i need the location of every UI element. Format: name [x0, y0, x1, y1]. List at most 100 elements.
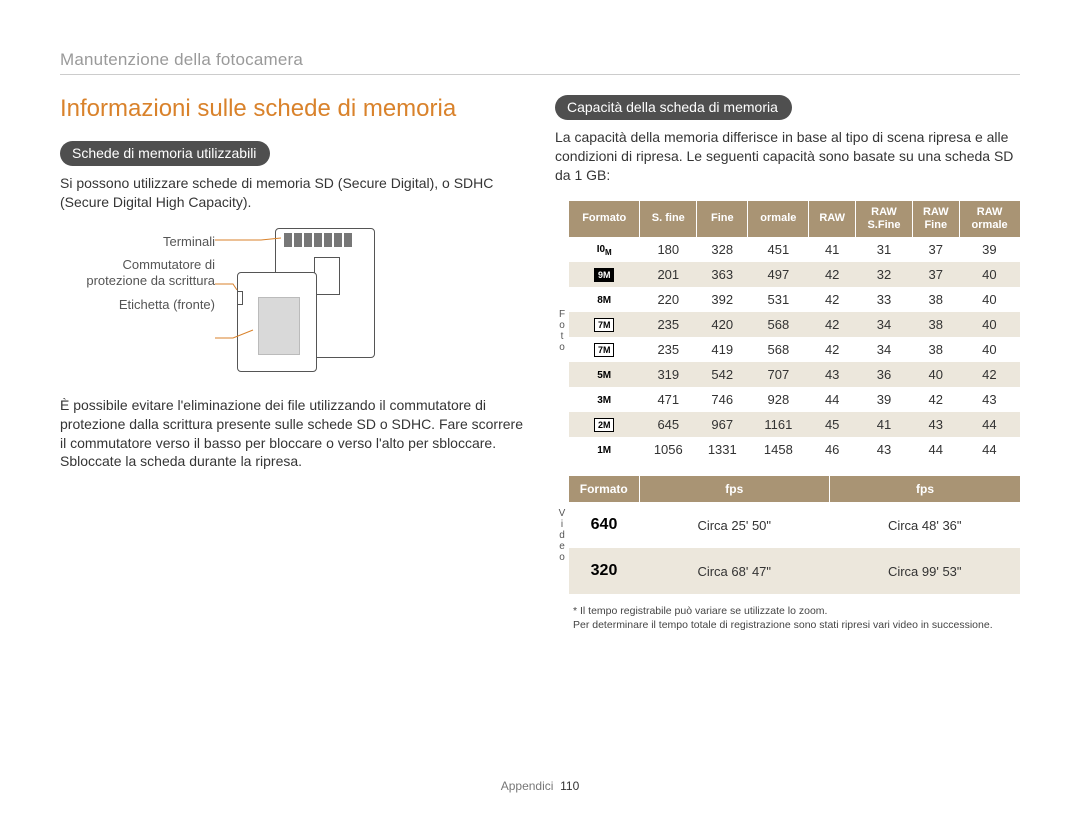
- table-row: 8M22039253142333840: [569, 287, 1020, 312]
- label-write-protect: Commutatore di protezione da scrittura: [60, 257, 215, 288]
- capacity-cell: 201: [640, 262, 697, 287]
- label-terminals: Terminali: [163, 234, 215, 250]
- capacity-cell: 36: [856, 362, 913, 387]
- video-duration-cell: Circa 99' 53": [830, 548, 1021, 594]
- capacity-cell: 42: [809, 287, 856, 312]
- sd-card-front-icon: [237, 272, 317, 372]
- footer-page-number: 110: [560, 779, 579, 793]
- capacity-cell: 34: [856, 337, 913, 362]
- photo-col-header: RAWormale: [959, 201, 1019, 237]
- capacity-cell: 44: [912, 437, 959, 462]
- capacity-cell: 46: [809, 437, 856, 462]
- capacity-cell: 363: [697, 262, 748, 287]
- footnote-2: Per determinare il tempo totale di regis…: [573, 618, 1020, 632]
- table-row: 3M47174692844394243: [569, 387, 1020, 412]
- photo-side-label: Foto: [555, 309, 569, 353]
- video-format: 640: [569, 502, 639, 548]
- capacity-cell: 542: [697, 362, 748, 387]
- capacity-intro: La capacità della memoria differisce in …: [555, 128, 1020, 185]
- capacity-cell: 42: [912, 387, 959, 412]
- format-icon: 2M: [569, 412, 640, 437]
- format-icon: I0M: [569, 237, 640, 262]
- capacity-cell: 40: [959, 262, 1019, 287]
- capacity-cell: 235: [640, 337, 697, 362]
- video-duration-cell: Circa 68' 47": [639, 548, 830, 594]
- video-col-header: fps: [639, 476, 830, 502]
- capacity-cell: 44: [809, 387, 856, 412]
- video-col-header: Formato: [569, 476, 639, 502]
- capacity-cell: 42: [959, 362, 1019, 387]
- capacity-cell: 44: [959, 412, 1019, 437]
- subheading-capacity: Capacità della scheda di memoria: [555, 95, 792, 120]
- capacity-cell: 319: [640, 362, 697, 387]
- capacity-cell: 45: [809, 412, 856, 437]
- divider: [60, 74, 1020, 75]
- capacity-cell: 42: [809, 337, 856, 362]
- breadcrumb: Manutenzione della fotocamera: [60, 50, 1020, 70]
- capacity-cell: 180: [640, 237, 697, 262]
- table-row: 1M10561331145846434444: [569, 437, 1020, 462]
- capacity-cell: 328: [697, 237, 748, 262]
- capacity-cell: 38: [912, 287, 959, 312]
- capacity-cell: 41: [856, 412, 913, 437]
- capacity-cell: 33: [856, 287, 913, 312]
- photo-col-header: Formato: [569, 201, 640, 237]
- capacity-cell: 451: [748, 237, 809, 262]
- table-row: 640Circa 25' 50"Circa 48' 36": [569, 502, 1020, 548]
- capacity-cell: 1458: [748, 437, 809, 462]
- right-column: Capacità della scheda di memoria La capa…: [555, 95, 1020, 632]
- format-icon: 7M: [569, 312, 640, 337]
- photo-col-header: RAW: [809, 201, 856, 237]
- page-title: Informazioni sulle schede di memoria: [60, 95, 525, 123]
- capacity-cell: 32: [856, 262, 913, 287]
- capacity-cell: 40: [959, 287, 1019, 312]
- format-icon: 8M: [569, 287, 640, 312]
- capacity-cell: 34: [856, 312, 913, 337]
- video-col-header: fps: [830, 476, 1021, 502]
- subheading-usable-cards: Schede di memoria utilizzabili: [60, 141, 270, 166]
- table-row: 7M23541956842343840: [569, 337, 1020, 362]
- capacity-cell: 42: [809, 312, 856, 337]
- capacity-cell: 42: [809, 262, 856, 287]
- table-row: 9M20136349742323740: [569, 262, 1020, 287]
- format-icon: 9M: [569, 262, 640, 287]
- format-icon: 3M: [569, 387, 640, 412]
- capacity-cell: 967: [697, 412, 748, 437]
- capacity-cell: 1331: [697, 437, 748, 462]
- footer-section: Appendici: [501, 779, 554, 793]
- capacity-cell: 39: [856, 387, 913, 412]
- usable-cards-intro: Si possono utilizzare schede di memoria …: [60, 174, 525, 212]
- capacity-cell: 420: [697, 312, 748, 337]
- capacity-cell: 43: [809, 362, 856, 387]
- photo-col-header: S. fine: [640, 201, 697, 237]
- table-row: 5M31954270743364042: [569, 362, 1020, 387]
- format-icon: 1M: [569, 437, 640, 462]
- table-row: I0M18032845141313739: [569, 237, 1020, 262]
- table-row: 7M23542056842343840: [569, 312, 1020, 337]
- left-column: Informazioni sulle schede di memoria Sch…: [60, 95, 525, 632]
- footnote-1: * Il tempo registrabile può variare se u…: [573, 604, 1020, 618]
- capacity-cell: 43: [959, 387, 1019, 412]
- capacity-cell: 568: [748, 312, 809, 337]
- capacity-cell: 40: [959, 337, 1019, 362]
- table-row: 320Circa 68' 47"Circa 99' 53": [569, 548, 1020, 594]
- capacity-cell: 746: [697, 387, 748, 412]
- format-icon: 7M: [569, 337, 640, 362]
- capacity-cell: 31: [856, 237, 913, 262]
- capacity-cell: 645: [640, 412, 697, 437]
- photo-col-header: RAWFine: [912, 201, 959, 237]
- capacity-cell: 497: [748, 262, 809, 287]
- capacity-cell: 707: [748, 362, 809, 387]
- capacity-cell: 392: [697, 287, 748, 312]
- capacity-cell: 928: [748, 387, 809, 412]
- capacity-cell: 568: [748, 337, 809, 362]
- video-duration-cell: Circa 48' 36": [830, 502, 1021, 548]
- video-format: 320: [569, 548, 639, 594]
- capacity-cell: 471: [640, 387, 697, 412]
- capacity-cell: 39: [959, 237, 1019, 262]
- capacity-cell: 40: [959, 312, 1019, 337]
- capacity-cell: 1056: [640, 437, 697, 462]
- capacity-cell: 43: [856, 437, 913, 462]
- table-row: 2M645967116145414344: [569, 412, 1020, 437]
- capacity-cell: 419: [697, 337, 748, 362]
